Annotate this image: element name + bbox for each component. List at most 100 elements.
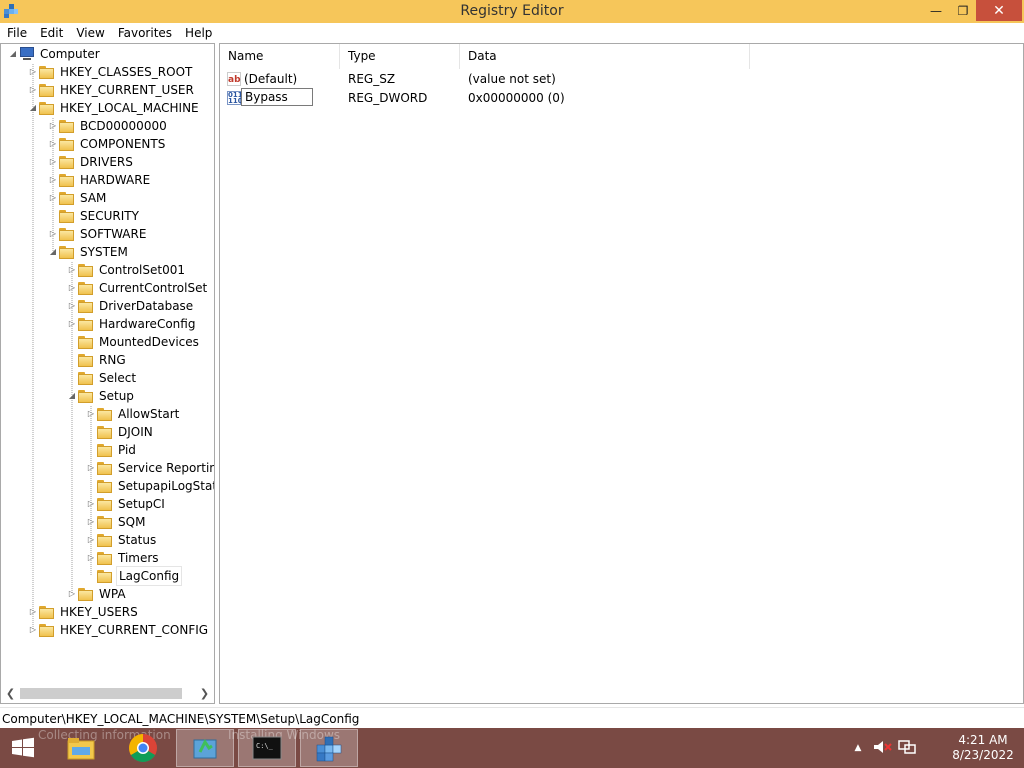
tree-item-software[interactable]: ▷ SOFTWARE — [47, 225, 148, 243]
expand-icon[interactable]: ▷ — [85, 459, 97, 477]
expand-icon[interactable]: ▷ — [27, 621, 39, 639]
expand-icon[interactable]: ▷ — [27, 603, 39, 621]
tree-item-hkey-current-user[interactable]: ▷ HKEY_CURRENT_USER — [27, 81, 196, 99]
collapse-icon[interactable]: ◢ — [47, 243, 59, 261]
tree-item-rng[interactable]: RNG — [66, 351, 128, 369]
tree-item-select[interactable]: Select — [66, 369, 138, 387]
folder-icon — [97, 515, 112, 529]
expand-icon[interactable]: ▷ — [47, 135, 59, 153]
tree-item-system[interactable]: ◢ SYSTEM — [47, 243, 130, 261]
tree-item-security[interactable]: SECURITY — [47, 207, 141, 225]
tree-item-drivers[interactable]: ▷ DRIVERS — [47, 153, 135, 171]
folder-icon — [39, 65, 54, 79]
taskbar-clock[interactable]: 4:21 AM 8/23/2022 — [948, 733, 1018, 763]
tree-item-label: Setup — [99, 389, 134, 403]
folder-icon — [78, 281, 93, 295]
rename-input[interactable]: Bypass — [241, 88, 313, 106]
values-list[interactable]: Name Type Data ab (Default) REG_SZ (valu… — [219, 43, 1024, 704]
tree-item-label: HARDWARE — [80, 173, 151, 187]
collapse-icon[interactable]: ◢ — [27, 99, 39, 117]
value-row[interactable]: 011 110 Bypass REG_DWORD 0x00000000 (0) — [220, 88, 1020, 107]
taskbar-setup[interactable] — [176, 729, 234, 767]
tree-item-bcd[interactable]: ▷ BCD00000000 — [47, 117, 169, 135]
expand-icon[interactable]: ▷ — [85, 405, 97, 423]
menu-help[interactable]: Help — [179, 26, 218, 40]
show-hidden-icons-icon[interactable]: ▲ — [850, 743, 866, 753]
expand-icon[interactable]: ▷ — [47, 225, 59, 243]
tree-item-hardwareconfig[interactable]: ▷ HardwareConfig — [66, 315, 197, 333]
value-row[interactable]: ab (Default) REG_SZ (value not set) — [220, 70, 1020, 88]
tree-item-lagconfig[interactable]: LagConfig — [85, 566, 183, 586]
tree-item-wpa[interactable]: ▷ WPA — [66, 585, 128, 603]
expand-icon[interactable]: ▷ — [47, 117, 59, 135]
expand-icon[interactable]: ▷ — [66, 279, 78, 297]
expand-icon[interactable]: ▷ — [85, 513, 97, 531]
collapse-icon[interactable]: ◢ — [66, 387, 78, 405]
network-icon[interactable] — [898, 739, 918, 758]
tree-item-setup[interactable]: ◢ Setup — [66, 387, 136, 405]
minimize-button[interactable]: — — [922, 0, 950, 21]
no-expander — [66, 369, 78, 387]
expand-icon[interactable]: ▷ — [27, 63, 39, 81]
tree-item-hkey-current-config[interactable]: ▷ HKEY_CURRENT_CONFIG — [27, 621, 210, 639]
tree-item-controlset001[interactable]: ▷ ControlSet001 — [66, 261, 187, 279]
tree-horizontal-scrollbar[interactable]: ❮ ❯ — [2, 685, 213, 702]
scroll-left-icon[interactable]: ❮ — [2, 685, 19, 702]
menu-file[interactable]: File — [1, 26, 33, 40]
menu-edit[interactable]: Edit — [34, 26, 69, 40]
column-header-type[interactable]: Type — [340, 44, 460, 69]
tree-item-currentcontrolset[interactable]: ▷ CurrentControlSet — [66, 279, 209, 297]
expand-icon[interactable]: ▷ — [47, 189, 59, 207]
taskbar-chrome[interactable] — [114, 729, 172, 767]
collapse-icon[interactable]: ◢ — [7, 45, 19, 63]
tree-item-djoin[interactable]: DJOIN — [85, 423, 155, 441]
expand-icon[interactable]: ▷ — [27, 81, 39, 99]
menu-favorites[interactable]: Favorites — [112, 26, 178, 40]
expand-icon[interactable]: ▷ — [85, 531, 97, 549]
restore-button[interactable]: ❐ — [950, 0, 976, 21]
tree-item-driverdatabase[interactable]: ▷ DriverDatabase — [66, 297, 195, 315]
tree-item-hkey-users[interactable]: ▷ HKEY_USERS — [27, 603, 140, 621]
column-header-data[interactable]: Data — [460, 44, 750, 69]
tree-item-sqm[interactable]: ▷ SQM — [85, 513, 147, 531]
taskbar-command-prompt[interactable]: C:\_ — [238, 729, 296, 767]
folder-icon — [59, 155, 74, 169]
start-button[interactable] — [4, 733, 42, 763]
tree-item-hkey-local-machine[interactable]: ◢ HKEY_LOCAL_MACHINE — [27, 99, 201, 117]
column-header-name[interactable]: Name — [220, 44, 340, 69]
tree-item-allowstart[interactable]: ▷ AllowStart — [85, 405, 181, 423]
expand-icon[interactable]: ▷ — [66, 261, 78, 279]
title-bar[interactable]: Registry Editor — ❐ ✕ — [0, 0, 1024, 23]
registry-tree[interactable]: ◢ Computer ▷ HKEY_CLASSES_ROOT ▷ HKEY_CU… — [0, 43, 215, 704]
tree-item-pid[interactable]: Pid — [85, 441, 138, 459]
expand-icon[interactable]: ▷ — [85, 549, 97, 567]
tree-item-computer[interactable]: ◢ Computer — [7, 45, 102, 63]
tree-item-components[interactable]: ▷ COMPONENTS — [47, 135, 167, 153]
tree-item-hardware[interactable]: ▷ HARDWARE — [47, 171, 152, 189]
taskbar-regedit[interactable] — [300, 729, 358, 767]
tree-item-status[interactable]: ▷ Status — [85, 531, 158, 549]
tree-item-setupci[interactable]: ▷ SetupCI — [85, 495, 167, 513]
expand-icon[interactable]: ▷ — [85, 495, 97, 513]
close-button[interactable]: ✕ — [976, 0, 1022, 21]
expand-icon[interactable]: ▷ — [47, 153, 59, 171]
computer-icon — [19, 47, 35, 61]
tree-item-sam[interactable]: ▷ SAM — [47, 189, 108, 207]
scroll-thumb[interactable] — [20, 688, 182, 699]
taskbar-file-explorer[interactable] — [52, 729, 110, 767]
expand-icon[interactable]: ▷ — [47, 171, 59, 189]
tree-item-service-reporting[interactable]: ▷ Service Reporting — [85, 459, 214, 477]
tree-item-label: SetupCI — [118, 497, 165, 511]
tree-item-hkey-classes-root[interactable]: ▷ HKEY_CLASSES_ROOT — [27, 63, 194, 81]
clock-time: 4:21 AM — [958, 733, 1008, 747]
tree-item-label: AllowStart — [118, 407, 180, 421]
expand-icon[interactable]: ▷ — [66, 297, 78, 315]
tree-item-setupapilogstatus[interactable]: SetupapiLogStatus — [85, 477, 214, 495]
expand-icon[interactable]: ▷ — [66, 315, 78, 333]
expand-icon[interactable]: ▷ — [66, 585, 78, 603]
tree-item-timers[interactable]: ▷ Timers — [85, 549, 161, 567]
menu-view[interactable]: View — [70, 26, 110, 40]
volume-muted-icon[interactable] — [872, 739, 898, 758]
tree-item-mounteddevices[interactable]: MountedDevices — [66, 333, 201, 351]
scroll-right-icon[interactable]: ❯ — [196, 685, 213, 702]
